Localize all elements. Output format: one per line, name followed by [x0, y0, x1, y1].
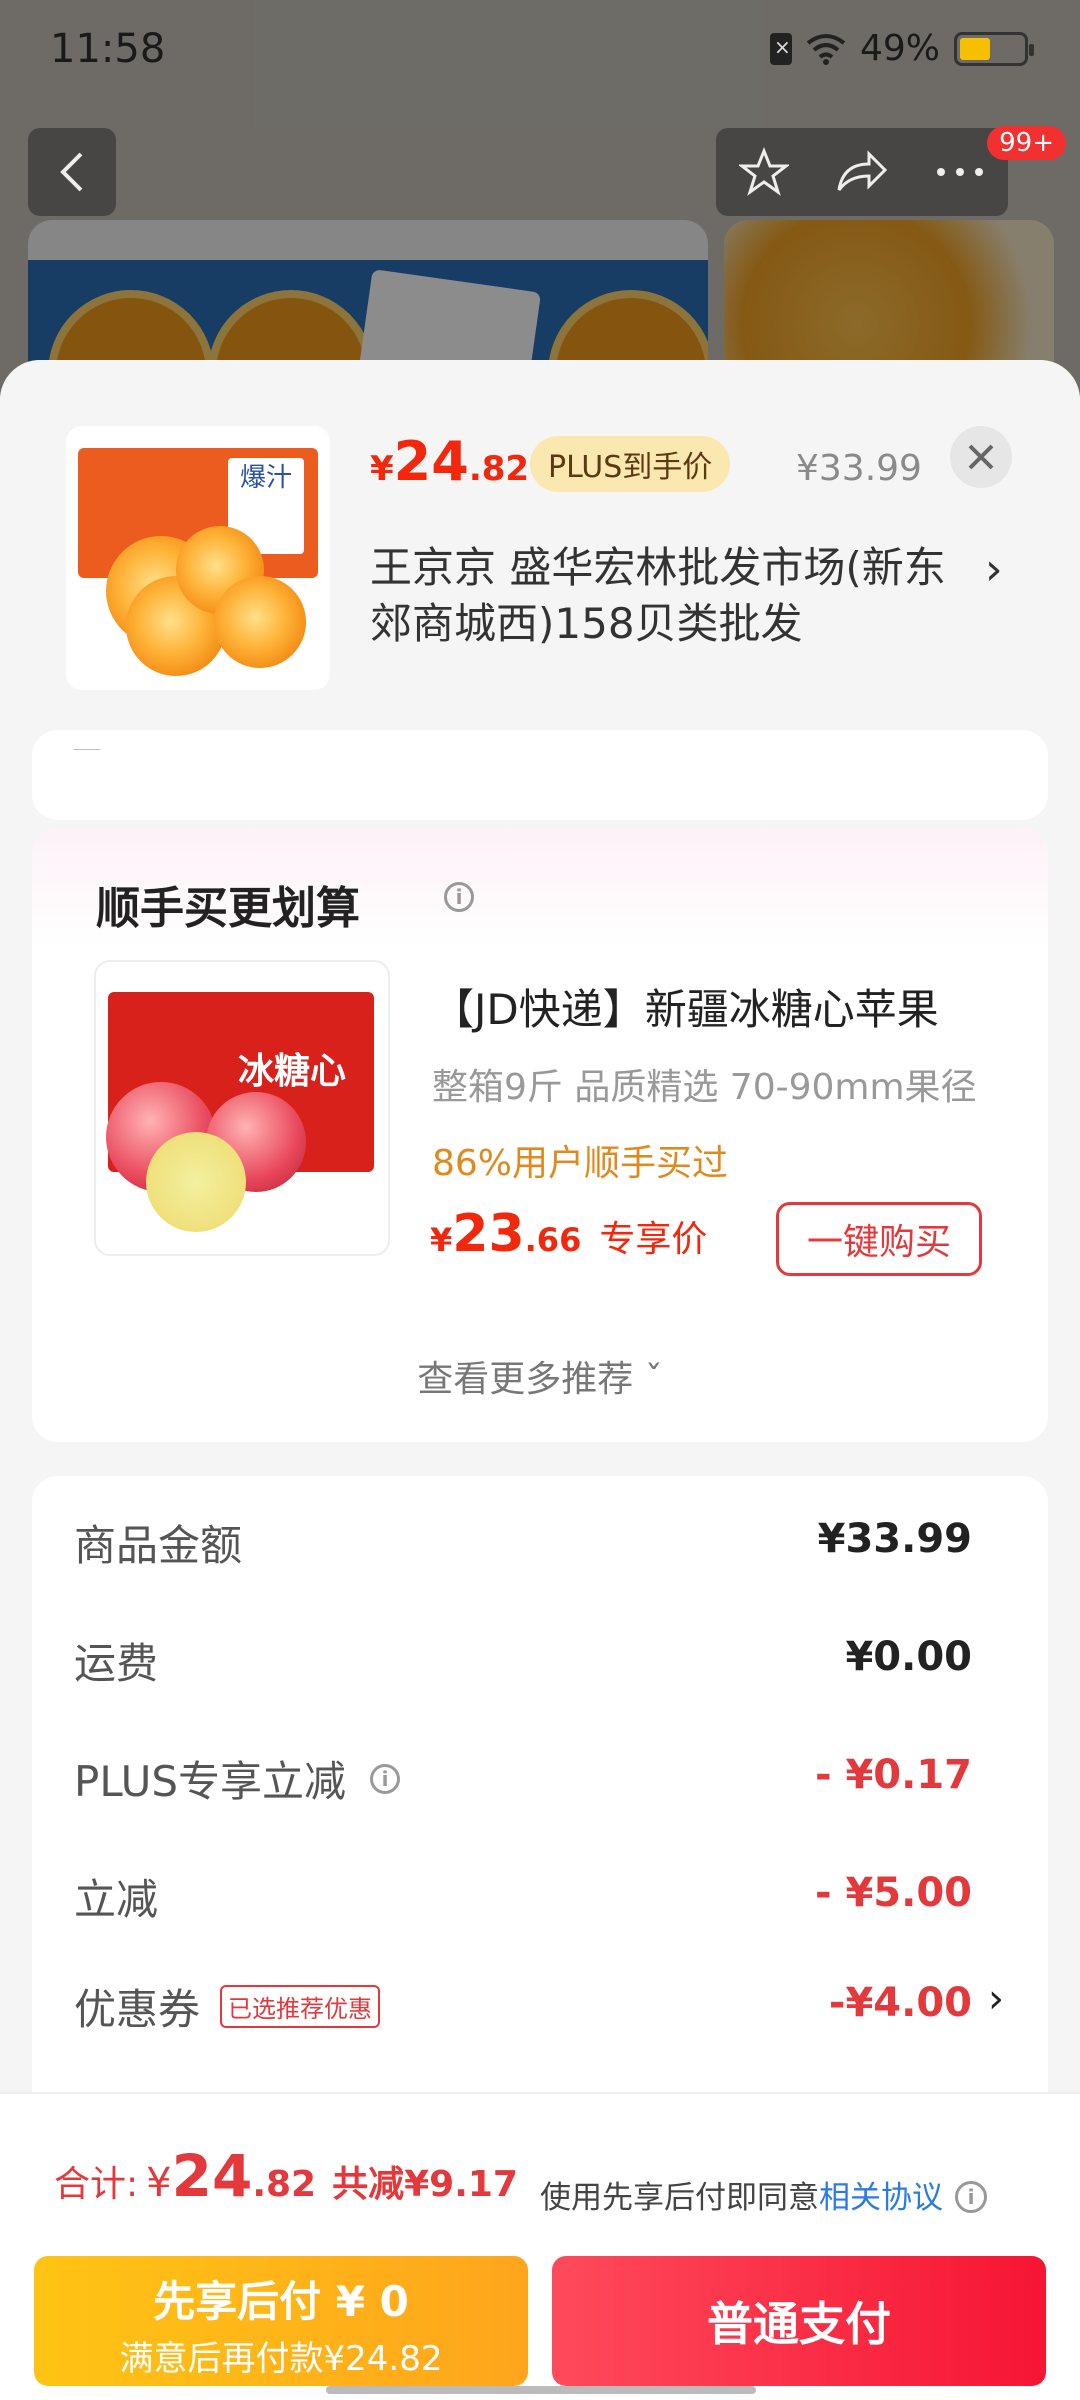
amount-value: - ¥0.17 — [814, 1752, 972, 1798]
amount-row-goods: 商品金额 ¥33.99 — [74, 1512, 1004, 1582]
plus-price-tag: PLUS到手价 — [530, 436, 731, 492]
amount-value: -¥4.00 — [828, 1980, 972, 2026]
pay-later-subtitle: 满意后再付款¥24.82 — [119, 2339, 443, 2379]
plus-price: ¥ 24 .82 — [370, 430, 529, 493]
no-sim-icon — [769, 32, 792, 65]
recommend-product-name[interactable]: 【JD快递】新疆冰糖心苹果 — [432, 976, 992, 1037]
info-icon[interactable]: i — [444, 882, 474, 912]
amount-row-shipping: 运费 ¥0.00 — [74, 1630, 1004, 1700]
message-badge: 99+ — [987, 126, 1066, 160]
battery-percent: 49% — [859, 28, 940, 69]
pay-later-button[interactable]: 先享后付 ¥ 0 满意后再付款¥24.82 — [34, 2256, 528, 2386]
order-total: 合计: ¥ 24 .82 共减¥9.17 — [54, 2142, 518, 2210]
coupon-selected-tag: 已选推荐优惠 — [220, 1985, 381, 2028]
delivery-address[interactable]: 王京京 盛华宏林批发市场(新东郊商城西)158贝类批发 — [370, 540, 970, 652]
more-icon[interactable] — [935, 166, 985, 178]
original-price: ¥33.99 — [796, 448, 922, 489]
home-indicator[interactable] — [326, 2386, 756, 2394]
price-decimal: .66 — [524, 1221, 582, 1259]
amount-label-text: 优惠券 — [74, 1985, 201, 2034]
back-button[interactable] — [28, 128, 116, 216]
amount-label: 运费 — [74, 1639, 159, 1688]
total-currency: ¥ — [146, 2160, 172, 2206]
total-saved: 共减¥9.17 — [332, 2164, 518, 2205]
amount-value: ¥0.00 — [845, 1634, 972, 1680]
chevron-right-icon[interactable]: › — [985, 544, 1003, 595]
amount-label-text: PLUS专享立减 — [74, 1757, 347, 1806]
recommend-product-image[interactable]: 冰糖心 — [94, 960, 390, 1256]
exclusive-price-label: 专享价 — [599, 1219, 708, 1260]
payment-buttons: 先享后付 ¥ 0 满意后再付款¥24.82 普通支付 — [0, 2240, 1080, 2400]
price-currency: ¥ — [370, 449, 394, 489]
battery-icon — [954, 31, 1034, 66]
total-label: 合计: — [54, 2164, 139, 2205]
status-icons: 49% — [769, 28, 1034, 69]
amount-card: 商品金额 ¥33.99 运费 ¥0.00 PLUS专享立减 i - ¥0.17 立… — [32, 1476, 1048, 2176]
wifi-icon — [806, 33, 846, 65]
apple-slice-graphic — [146, 1132, 246, 1232]
total-integer: 24 — [171, 2142, 253, 2210]
price-currency: ¥ — [430, 1221, 453, 1259]
chevron-right-icon[interactable]: › — [988, 1976, 1004, 2022]
info-icon[interactable]: i — [370, 1763, 401, 1794]
price-decimal: .82 — [468, 449, 530, 489]
one-click-buy-button[interactable]: 一键购买 — [776, 1202, 982, 1276]
agreement-text: 使用先享后付即同意 — [540, 2180, 819, 2216]
star-icon[interactable] — [739, 147, 789, 197]
agreement-link[interactable]: 相关协议 — [819, 2180, 943, 2216]
close-icon — [968, 444, 994, 470]
amount-label: PLUS专享立减 i — [74, 1748, 401, 1809]
price-integer: 24 — [393, 430, 469, 493]
amount-label: 立减 — [74, 1875, 159, 1924]
amount-row-plus-discount: PLUS专享立减 i - ¥0.17 — [74, 1748, 1004, 1818]
status-bar: 11:58 49% — [0, 0, 1080, 100]
sheet-header: 爆汁 ¥ 24 .82 PLUS到手价 ¥33.99 王京京 盛华宏林批发市场(… — [0, 360, 1080, 730]
amount-label: 优惠券 已选推荐优惠 — [74, 1976, 381, 2037]
more-recommendations-link[interactable]: 查看更多推荐 ˇ — [32, 1350, 1048, 1402]
recommend-title-text: 顺手买更划算 — [96, 883, 360, 934]
status-time: 11:58 — [50, 26, 166, 72]
total-decimal: .82 — [252, 2164, 317, 2205]
top-actions — [716, 128, 1008, 216]
clipped-text: — — [72, 732, 102, 750]
pay-later-title: 先享后付 ¥ 0 — [153, 2277, 409, 2326]
recommend-social-proof: 86%用户顺手买过 — [432, 1143, 729, 1184]
amount-row-coupon[interactable]: 优惠券 已选推荐优惠 -¥4.00 › — [74, 1976, 1004, 2046]
price-integer: 23 — [452, 1204, 525, 1264]
recommend-price: ¥ 23 .66 专享价 — [430, 1204, 707, 1264]
share-icon[interactable] — [835, 150, 889, 194]
recommend-card: 顺手买更划算 i 冰糖心 【JD快递】新疆冰糖心苹果 整箱9斤 品质精选 70-… — [32, 828, 1048, 1442]
amount-row-instant-discount: 立减 - ¥5.00 — [74, 1866, 1004, 1936]
orange-graphic — [214, 576, 306, 668]
total-bar: 合计: ¥ 24 .82 共减¥9.17 使用先享后付即同意相关协议 i — [0, 2092, 1080, 2242]
prev-section-card: — — [32, 730, 1048, 820]
amount-value: - ¥5.00 — [814, 1870, 972, 1916]
amount-label: 商品金额 — [74, 1521, 243, 1570]
recommend-title: 顺手买更划算 i — [96, 872, 474, 936]
amount-value: ¥33.99 — [817, 1516, 972, 1562]
chevron-left-icon — [60, 152, 83, 192]
recommend-product-desc: 整箱9斤 品质精选 70-90mm果径 — [432, 1067, 977, 1108]
close-button[interactable] — [950, 426, 1012, 488]
product-thumbnail: 爆汁 — [66, 426, 330, 690]
box-label: 冰糖心 — [238, 1051, 347, 1092]
info-icon[interactable]: i — [955, 2180, 987, 2213]
agreement-notice: 使用先享后付即同意相关协议 i — [540, 2172, 987, 2217]
normal-pay-button[interactable]: 普通支付 — [552, 2256, 1046, 2386]
